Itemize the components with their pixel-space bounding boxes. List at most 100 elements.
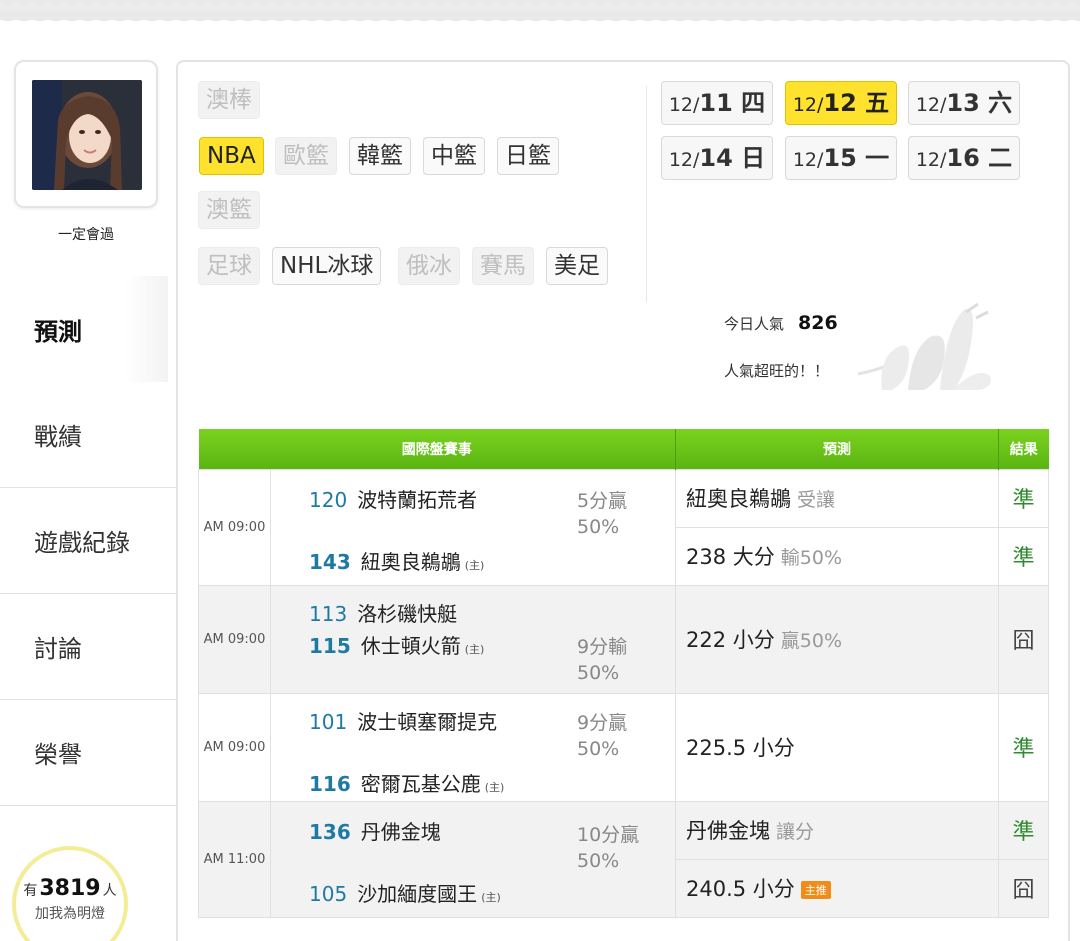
table-row: AM 11:00 136 丹佛金塊 105 沙加緬度國王 (主) 10分贏 50% 丹佛… [198, 800, 1049, 918]
spread: 5分贏 [577, 489, 628, 512]
home-team[interactable]: 105 沙加緬度國王 (主) [309, 878, 501, 907]
away-team[interactable]: 136 丹佛金塊 [309, 816, 441, 845]
home-marker: (主) [464, 642, 485, 656]
team-number: 115 [309, 633, 351, 658]
sidebar-item-record[interactable]: 戰績 [0, 382, 178, 488]
prediction-value: 225.5 小分 [686, 736, 795, 760]
date-weekday: 二 [979, 144, 1013, 172]
date-day: 14 [699, 144, 733, 172]
sport-tab-horse-racing[interactable]: 賽馬 [472, 247, 534, 285]
sport-tab-au-baseball[interactable]: 澳棒 [198, 81, 260, 119]
date-tab-1214[interactable]: 12/14 日 [661, 136, 773, 180]
prediction-text: 丹佛金塊 讓分 [686, 815, 814, 845]
sport-tab-cn-basketball[interactable]: 中籃 [423, 137, 485, 175]
sidebar-item-prediction[interactable]: 預測 [0, 276, 178, 382]
prediction-cell: 238 大分 輸50% [675, 526, 999, 586]
date-tab-1213[interactable]: 12/13 六 [908, 81, 1020, 125]
prediction-value: 238 大分 [686, 545, 775, 569]
date-month: 12/ [792, 149, 824, 171]
date-tab-1211[interactable]: 12/11 四 [661, 81, 773, 125]
spread: 9分贏 [577, 711, 628, 734]
prediction-cell: 222 小分 贏50% [675, 584, 999, 694]
date-month: 12/ [668, 94, 700, 116]
prediction-text: 紐奧良鵜鶘 受讓 [686, 483, 835, 513]
home-team[interactable]: 115 休士頓火箭 (主) [309, 630, 484, 659]
home-team[interactable]: 143 紐奧良鵜鶘 (主) [309, 546, 484, 575]
prediction-text: 222 小分 贏50% [686, 624, 842, 654]
sidebar-item-label: 預測 [34, 317, 82, 346]
date-day: 12 [823, 89, 857, 117]
handicap-line: 5分贏 50% [577, 488, 657, 540]
fans-suffix: 人 [102, 883, 117, 899]
follow-cta: 加我為明燈 [35, 906, 105, 922]
date-day: 15 [823, 144, 857, 172]
header-prediction: 預測 [675, 429, 999, 469]
sport-tab-soccer[interactable]: 足球 [198, 247, 260, 285]
away-team[interactable]: 101 波士頓塞爾提克 [309, 706, 497, 735]
top-wave-decoration [0, 0, 1080, 24]
away-team[interactable]: 113 洛杉磯快艇 [309, 598, 457, 627]
prediction-cell: 225.5 小分 [675, 692, 999, 802]
prediction-table: 國際盤賽事 預測 結果 AM 09:00 120 波特蘭拓荒者 143 紐奧良鵜鶘(… [198, 429, 1049, 918]
handicap-line: 10分贏 50% [577, 822, 657, 874]
team-number: 136 [309, 819, 351, 844]
spread: 9分輸 [577, 635, 628, 658]
team-number: 143 [309, 549, 351, 574]
away-team[interactable]: 120 波特蘭拓荒者 [309, 484, 477, 513]
date-month: 12/ [915, 94, 947, 116]
team-number: 116 [309, 771, 351, 796]
team-number: 105 [309, 881, 348, 906]
sport-tab-kr-basketball[interactable]: 韓籃 [349, 137, 411, 175]
sport-tab-nhl[interactable]: NHL冰球 [272, 247, 382, 285]
avatar[interactable] [32, 80, 142, 190]
sidebar-item-honors[interactable]: 榮譽 [0, 700, 178, 806]
match-cell: 120 波特蘭拓荒者 143 紐奧良鵜鶘 (主) 5分贏 50% [270, 468, 676, 586]
sport-tab-american-football[interactable]: 美足 [546, 247, 608, 285]
result-cell: 準 [998, 692, 1049, 802]
home-marker: (主) [464, 558, 485, 572]
date-tab-1216[interactable]: 12/16 二 [908, 136, 1020, 180]
follow-lamp-button[interactable]: 有3819 人 加我為明燈 [12, 846, 128, 941]
header-match: 國際盤賽事 [198, 429, 676, 469]
match-time: AM 09:00 [198, 584, 271, 694]
prediction-sub: 輸50% [780, 547, 842, 569]
prediction-value: 丹佛金塊 [686, 819, 770, 843]
prediction-cell: 丹佛金塊 讓分 [675, 800, 999, 860]
prediction-value: 240.5 小分 [686, 877, 795, 901]
sport-tab-nba[interactable]: NBA [199, 137, 264, 175]
sport-tab-euro-basketball[interactable]: 歐籃 [275, 137, 337, 175]
avatar-card[interactable] [14, 60, 158, 208]
team-name: 休士頓火箭 [360, 633, 461, 658]
table-row: AM 09:00 113 洛杉磯快艇 115 休士頓火箭 (主) 9分輸 50% 222… [198, 584, 1049, 694]
sidebar-item-label: 討論 [34, 635, 82, 663]
date-tab-1212[interactable]: 12/12 五 [785, 81, 897, 125]
date-day: 11 [699, 89, 733, 117]
home-marker: (主) [484, 780, 505, 794]
sidebar-item-discussion[interactable]: 討論 [0, 594, 178, 700]
spread-pct: 50% [577, 661, 620, 684]
date-weekday: 四 [732, 89, 766, 117]
prediction-text: 240.5 小分 主推 [686, 873, 831, 903]
page: 一定會過 預測 戰績 遊戲紀錄 討論 榮譽 有3819 人 加我為明燈 澳棒 NB… [0, 0, 1080, 941]
sport-tab-jp-basketball[interactable]: 日籃 [497, 137, 559, 175]
prediction-cell: 240.5 小分 主推 [675, 858, 999, 918]
match-time: AM 09:00 [198, 468, 271, 586]
filter-divider [646, 86, 647, 302]
mascot-decoration-icon [857, 302, 991, 390]
prediction-value: 222 小分 [686, 628, 775, 652]
sidebar-item-label: 戰績 [34, 423, 82, 451]
handicap-line: 9分贏 50% [577, 710, 657, 762]
team-name: 洛杉磯快艇 [357, 601, 458, 626]
result-cell: 準 [998, 468, 1049, 528]
spread-pct: 50% [577, 849, 620, 872]
home-team[interactable]: 116 密爾瓦基公鹿 (主) [309, 768, 504, 797]
sport-tab-au-basketball[interactable]: 澳籃 [198, 191, 260, 229]
fans-count: 3819 [39, 876, 101, 901]
date-tab-1215[interactable]: 12/15 一 [785, 136, 897, 180]
prediction-sub: 贏50% [780, 630, 842, 652]
result-cell: 囧 [998, 858, 1049, 918]
sport-tab-khl[interactable]: 俄冰 [398, 247, 460, 285]
team-number: 101 [309, 709, 348, 734]
team-name: 波特蘭拓荒者 [357, 487, 478, 512]
sidebar-item-game-history[interactable]: 遊戲紀錄 [0, 488, 178, 594]
